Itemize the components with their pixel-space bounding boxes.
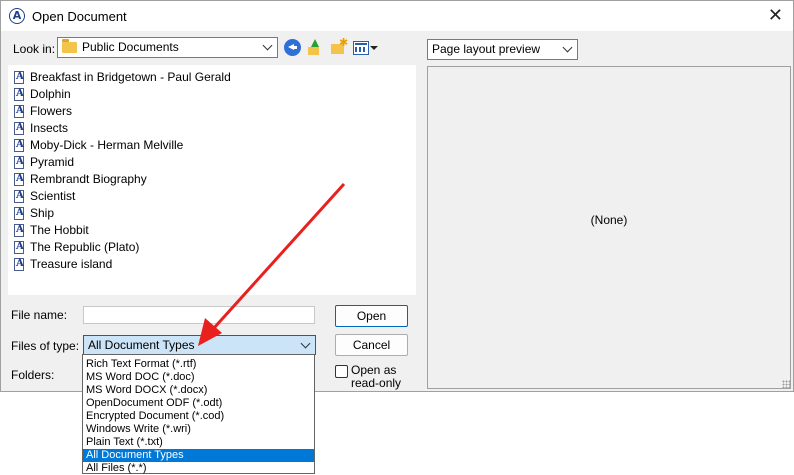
chevron-down-icon — [262, 40, 273, 51]
document-icon — [14, 156, 24, 169]
lookin-value: Public Documents — [82, 40, 179, 54]
open-button[interactable]: Open — [335, 305, 408, 327]
file-name: Treasure island — [30, 257, 113, 271]
file-name: The Hobbit — [30, 223, 89, 237]
filetype-option[interactable]: MS Word DOC (*.doc) — [83, 371, 314, 384]
filetype-value: All Document Types — [88, 338, 195, 352]
filetype-option[interactable]: Rich Text Format (*.rtf) — [83, 358, 314, 371]
file-name: Insects — [30, 121, 69, 135]
file-list[interactable]: Breakfast in Bridgetown - Paul Gerald Dol… — [8, 65, 416, 295]
file-name: Breakfast in Bridgetown - Paul Gerald — [30, 70, 231, 84]
resize-grip-icon[interactable] — [782, 380, 790, 388]
document-icon — [14, 71, 24, 84]
cancel-button[interactable]: Cancel — [335, 334, 408, 356]
folders-label: Folders: — [11, 368, 55, 382]
readonly-label[interactable]: Open as read-only — [351, 364, 401, 390]
file-name: Flowers — [30, 104, 73, 118]
document-icon — [14, 190, 24, 203]
view-menu-arrow-icon[interactable] — [370, 46, 378, 50]
preview-mode-value: Page layout preview — [432, 42, 541, 56]
filename-input[interactable] — [83, 306, 315, 324]
new-folder-icon[interactable] — [330, 36, 348, 56]
chevron-down-icon — [562, 42, 573, 53]
document-icon — [14, 139, 24, 152]
preview-mode-combo[interactable]: Page layout preview — [427, 39, 578, 60]
filetype-option[interactable]: Encrypted Document (*.cod) — [83, 410, 314, 423]
filetype-label: Files of type: — [11, 339, 80, 353]
document-icon — [14, 105, 24, 118]
filetype-combo[interactable]: All Document Types — [83, 335, 316, 355]
document-icon — [14, 122, 24, 135]
document-icon — [14, 207, 24, 220]
view-menu-icon[interactable] — [353, 41, 369, 55]
back-icon[interactable] — [284, 39, 301, 56]
file-name: Moby-Dick - Herman Melville — [30, 138, 184, 152]
filetype-option[interactable]: All Document Types — [83, 449, 314, 462]
title-bar: A Open Document ✕ — [1, 1, 793, 31]
file-name: Scientist — [30, 189, 76, 203]
lookin-label: Look in: — [13, 42, 56, 56]
file-name: Pyramid — [30, 155, 75, 169]
open-document-dialog: A Open Document ✕ Look in: Public Docume… — [0, 0, 794, 392]
readonly-checkbox[interactable] — [335, 365, 348, 378]
file-name: Rembrandt Biography — [30, 172, 147, 186]
document-icon — [14, 88, 24, 101]
preview-pane: (None) — [427, 66, 791, 389]
document-icon — [14, 258, 24, 271]
readonly-label-line2: read-only — [351, 376, 402, 390]
filetype-option[interactable]: Plain Text (*.txt) — [83, 436, 314, 449]
chevron-down-icon — [300, 338, 311, 349]
preview-empty-label: (None) — [590, 213, 628, 227]
file-name: The Republic (Plato) — [30, 240, 140, 254]
up-folder-icon[interactable] — [306, 39, 323, 56]
folder-icon — [62, 39, 77, 53]
filetype-dropdown-list[interactable]: Rich Text Format (*.rtf) MS Word DOC (*.d… — [82, 354, 315, 474]
file-name: Ship — [30, 206, 55, 220]
filetype-option[interactable]: All Files (*.*) — [83, 462, 314, 475]
lookin-combo[interactable]: Public Documents — [57, 37, 278, 58]
app-a-icon: A — [9, 8, 25, 24]
filetype-option[interactable]: OpenDocument ODF (*.odt) — [83, 397, 314, 410]
filename-label: File name: — [11, 308, 68, 322]
document-icon — [14, 173, 24, 186]
filetype-option[interactable]: MS Word DOCX (*.docx) — [83, 384, 314, 397]
document-icon — [14, 224, 24, 237]
document-icon — [14, 241, 24, 254]
file-name: Dolphin — [30, 87, 71, 101]
window-title: Open Document — [32, 9, 127, 24]
close-icon[interactable]: ✕ — [768, 5, 783, 25]
filetype-option[interactable]: Windows Write (*.wri) — [83, 423, 314, 436]
